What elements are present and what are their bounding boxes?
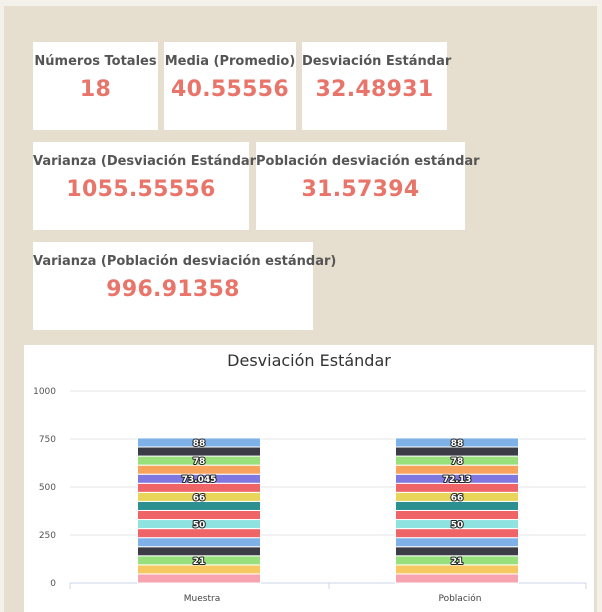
window-frame-top <box>0 0 602 6</box>
bar-data-label: 78 <box>451 457 464 467</box>
bar-data-label: 66 <box>451 493 464 503</box>
bar-segment <box>395 573 519 584</box>
stat-value: 40.55556 <box>171 77 289 102</box>
bar-data-label: 21 <box>451 557 464 567</box>
stacked-bar-chart: Desviación Estándar 0 250 500 750 1000 21 50 66… <box>33 351 587 604</box>
stat-card-mean: Media (Promedio) 40.55556 <box>164 42 296 130</box>
bar-data-label: 21 <box>193 557 206 567</box>
bar-data-label: 88 <box>451 439 464 449</box>
stat-label: Media (Promedio) <box>164 54 296 69</box>
bar-segment <box>137 546 261 557</box>
bar-segment <box>137 509 261 521</box>
x-tick-label: Muestra <box>184 594 220 604</box>
bar-data-label: 88 <box>193 439 206 449</box>
chart-title: Desviación Estándar <box>227 351 391 370</box>
bar-segment <box>395 546 519 557</box>
bar-data-label: 78 <box>193 457 206 467</box>
stat-card-population-variance: Varianza (Población desviación estándar)… <box>33 242 337 330</box>
stat-label: Desviación Estándar <box>302 54 452 69</box>
chart-panel: Desviación Estándar 0 250 500 750 1000 21 50 66… <box>24 345 594 612</box>
stat-value: 1055.55556 <box>66 177 216 202</box>
stat-label: Varianza (Desviación Estándar) <box>33 154 263 169</box>
stat-label: Varianza (Población desviación estándar) <box>33 254 337 269</box>
y-tick-label: 1000 <box>33 387 56 397</box>
bar-segment <box>137 537 261 548</box>
y-tick-label: 500 <box>39 483 56 493</box>
stat-value: 18 <box>79 77 112 102</box>
bar-data-label: 73.045 <box>182 475 217 485</box>
y-tick-label: 250 <box>39 531 56 541</box>
y-tick-label: 0 <box>50 579 56 589</box>
stat-label: Población desviación estándar <box>256 154 480 169</box>
window-frame-left <box>0 0 4 612</box>
bar-data-label: 72.13 <box>443 475 471 485</box>
stat-value: 996.91358 <box>106 277 240 302</box>
window-frame-right <box>597 0 602 612</box>
bar-data-label: 50 <box>193 521 206 531</box>
stat-label: Números Totales <box>34 54 157 69</box>
y-tick-label: 750 <box>39 435 56 445</box>
bar-segment <box>395 537 519 548</box>
stat-card-variance: Varianza (Desviación Estándar) 1055.5555… <box>33 142 263 230</box>
bar-segment <box>137 573 261 584</box>
x-tick-label: Población <box>438 593 481 604</box>
bar-data-label: 50 <box>451 521 464 531</box>
stat-card-std-dev: Desviación Estándar 32.48931 <box>302 42 452 130</box>
stat-value: 31.57394 <box>301 177 420 202</box>
stat-card-population-std-dev: Población desviación estándar 31.57394 <box>256 142 480 230</box>
stat-card-total-count: Números Totales 18 <box>33 42 158 130</box>
bar-segment <box>395 509 519 521</box>
bar-data-label: 66 <box>193 493 206 503</box>
stat-value: 32.48931 <box>315 77 434 102</box>
